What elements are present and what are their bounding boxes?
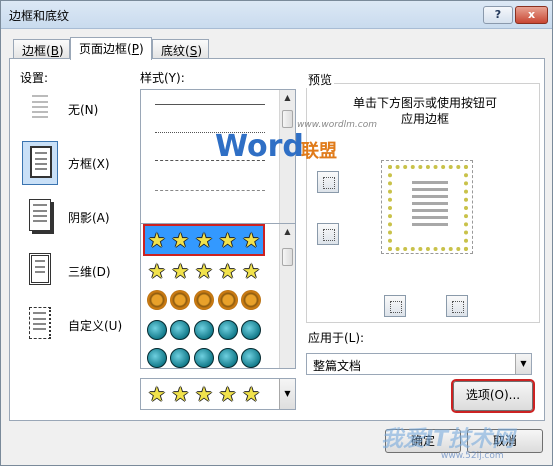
watermark-brand-cn: 联盟 [301, 141, 337, 162]
setting-shadow-icon [22, 195, 58, 239]
art-row-stars-selected[interactable]: ★ ★ ★ ★ ★ [143, 224, 265, 256]
star-icon: ★ [195, 228, 213, 252]
watermark-site: 我爱IT技术网 [381, 427, 515, 452]
borders-shading-dialog: 边框和底纹 ? x 边框(B) 页面边框(P) 底纹(S) 设置: 无(N) 方… [0, 0, 553, 466]
globe-icon [217, 320, 238, 340]
scroll-up-icon[interactable]: ▲ [280, 90, 295, 106]
setting-3d-icon [22, 249, 58, 293]
sun-icon [146, 290, 167, 310]
watermark-url: www.wordlm.com [297, 120, 377, 130]
setting-box-icon [22, 141, 58, 185]
watermark-site-url: www.52ij.com [441, 451, 504, 461]
star-icon: ★ [218, 382, 237, 406]
setting-box[interactable]: 方框(X) [22, 141, 132, 187]
preview-text-lines [412, 181, 448, 230]
style-dashed-long-line[interactable] [155, 190, 265, 191]
globe-icon [146, 320, 167, 340]
art-row-globes[interactable] [145, 316, 263, 344]
art-scrollbar[interactable]: ▲ [279, 224, 295, 368]
star-icon: ★ [242, 382, 261, 406]
top-border-button[interactable] [317, 171, 339, 193]
sun-icon [241, 290, 262, 310]
setting-none-label: 无(N) [68, 103, 99, 117]
art-row-suns[interactable] [145, 286, 263, 314]
setting-custom-icon [22, 303, 58, 347]
settings-label: 设置: [20, 71, 49, 85]
style-label: 样式(Y): [140, 71, 185, 85]
star-icon: ★ [242, 259, 261, 283]
close-button[interactable]: x [515, 6, 548, 24]
star-icon: ★ [195, 259, 213, 283]
style-solid-line[interactable] [155, 104, 265, 105]
watermark-brand: Word [215, 129, 304, 164]
apply-to-value: 整篇文档 [313, 359, 362, 373]
window-title: 边框和底纹 [9, 9, 70, 23]
star-icon: ★ [171, 259, 190, 283]
apply-to-select[interactable]: 整篇文档 ▼ [306, 353, 532, 375]
star-icon: ★ [147, 228, 166, 252]
star-icon: ★ [218, 259, 237, 283]
setting-custom-label: 自定义(U) [68, 319, 123, 333]
title-bar: 边框和底纹 ? x [1, 1, 552, 29]
setting-none[interactable]: 无(N) [22, 87, 132, 133]
star-icon: ★ [171, 228, 190, 252]
art-current-stars: ★ ★ ★ ★ ★ [145, 380, 263, 408]
sun-icon [193, 290, 214, 310]
help-button[interactable]: ? [483, 6, 513, 24]
scroll-thumb[interactable] [282, 248, 293, 266]
globe-icon [146, 348, 167, 368]
bottom-border-button[interactable] [317, 223, 339, 245]
globe-icon [241, 320, 262, 340]
globe-icon [193, 320, 214, 340]
preview-page[interactable] [381, 160, 473, 254]
art-row-stars[interactable]: ★ ★ ★ ★ ★ [145, 257, 263, 285]
apply-to-label: 应用于(L): [308, 331, 365, 345]
globe-icon [170, 320, 191, 340]
art-list[interactable]: ★ ★ ★ ★ ★ ★ ★ ★ ★ ★ ▲ [140, 223, 296, 369]
setting-none-icon [22, 87, 58, 131]
setting-shadow-label: 阴影(A) [68, 211, 110, 225]
left-border-button[interactable] [384, 295, 406, 317]
preview-label: 预览 [306, 71, 335, 88]
setting-custom[interactable]: 自定义(U) [22, 303, 132, 349]
sun-icon [170, 290, 191, 310]
star-icon: ★ [218, 228, 237, 252]
chevron-down-icon[interactable]: ▼ [279, 379, 295, 409]
art-combobox[interactable]: ★ ★ ★ ★ ★ ▼ [140, 378, 296, 410]
tab-shading[interactable]: 底纹(S) [152, 39, 209, 59]
scroll-up-icon[interactable]: ▲ [280, 224, 295, 240]
star-icon: ★ [195, 382, 213, 406]
options-button[interactable]: 选项(O)... [451, 379, 535, 413]
sun-icon [217, 290, 238, 310]
star-icon: ★ [171, 382, 190, 406]
tab-page-border[interactable]: 页面边框(P) [70, 37, 152, 60]
star-icon: ★ [147, 259, 166, 283]
setting-3d[interactable]: 三维(D) [22, 249, 132, 295]
art-row-globes-2[interactable] [145, 344, 263, 368]
setting-box-label: 方框(X) [68, 157, 110, 171]
chevron-down-icon[interactable]: ▼ [515, 354, 531, 374]
globe-icon [217, 348, 238, 368]
scroll-thumb[interactable] [282, 110, 293, 128]
right-border-button[interactable] [446, 295, 468, 317]
tab-borders[interactable]: 边框(B) [13, 39, 70, 59]
globe-icon [170, 348, 191, 368]
preview-star-border [388, 165, 468, 251]
globe-icon [193, 348, 214, 368]
setting-shadow[interactable]: 阴影(A) [22, 195, 132, 241]
star-icon: ★ [242, 228, 261, 252]
page-border-panel: 设置: 无(N) 方框(X) 阴影(A) 三维(D) 自定义(U) 样式(Y):… [9, 58, 545, 421]
star-icon: ★ [147, 382, 166, 406]
globe-icon [241, 348, 262, 368]
setting-3d-label: 三维(D) [68, 265, 111, 279]
